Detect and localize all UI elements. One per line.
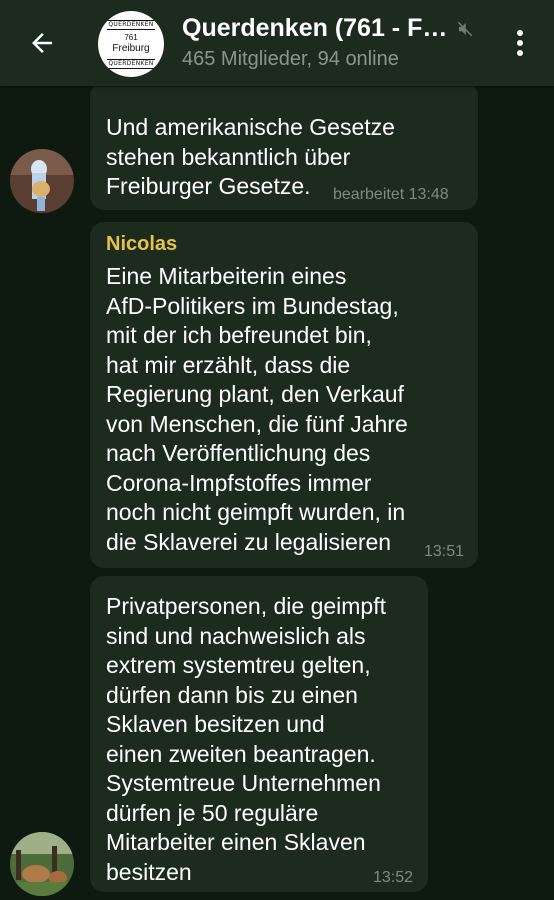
chat-title[interactable]: Querdenken (761 - F… bbox=[182, 14, 454, 43]
sender-avatar-image bbox=[10, 149, 74, 213]
chat-header: QUERDENKEN 761 Freiburg QUERDENKEN Querd… bbox=[0, 0, 554, 86]
group-avatar[interactable]: QUERDENKEN 761 Freiburg QUERDENKEN bbox=[98, 11, 164, 77]
vertical-dots-icon bbox=[517, 30, 523, 56]
message-bubble[interactable]: Privatpersonen, die geimpft sind und nac… bbox=[90, 576, 428, 892]
avatar-logo-city: Freiburg bbox=[112, 43, 150, 54]
back-button[interactable] bbox=[18, 22, 66, 64]
message-time: bearbeitet 13:48 bbox=[333, 186, 449, 203]
message-text: Eine Mitarbeiterin eines AfD-Politikers … bbox=[106, 263, 408, 555]
avatar-logo-top: QUERDENKEN bbox=[107, 20, 155, 30]
arrow-left-icon bbox=[32, 33, 52, 53]
sender-avatar[interactable] bbox=[10, 149, 74, 213]
message-bubble[interactable]: Nicolas Eine Mitarbeiterin eines AfD-Pol… bbox=[90, 222, 478, 568]
message-bubble[interactable]: Und amerikanische Gesetze stehen bekannt… bbox=[90, 82, 478, 210]
message-time: 13:52 bbox=[373, 869, 414, 886]
sender-avatar-image bbox=[10, 832, 74, 896]
avatar-logo-bottom: QUERDENKEN bbox=[107, 59, 155, 69]
sender-name[interactable]: Nicolas bbox=[106, 233, 177, 256]
sender-avatar[interactable] bbox=[10, 832, 74, 896]
muted-speaker-icon bbox=[457, 21, 473, 37]
more-options-button[interactable] bbox=[500, 22, 540, 64]
avatar-logo-number: 761 bbox=[124, 33, 138, 42]
chat-subtitle: 465 Mitglieder, 94 online bbox=[182, 48, 399, 70]
message-text: Privatpersonen, die geimpft sind und nac… bbox=[106, 593, 386, 885]
message-time: 13:51 bbox=[424, 543, 465, 560]
